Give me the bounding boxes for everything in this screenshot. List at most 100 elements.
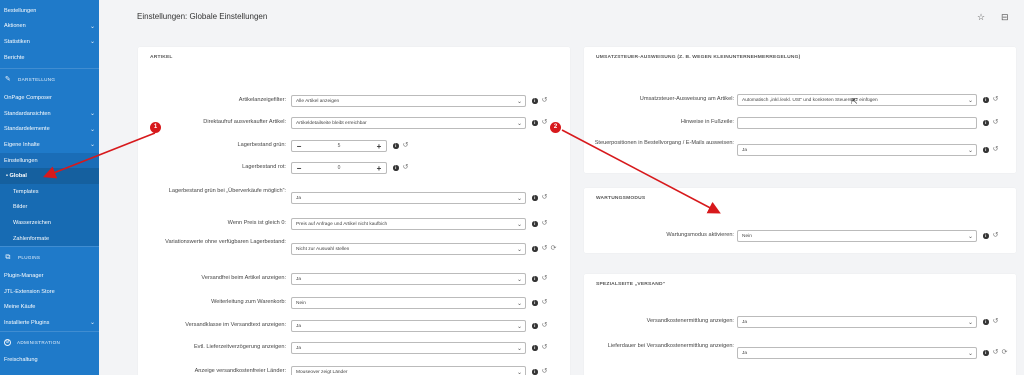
minus-button[interactable]: −	[292, 164, 306, 173]
sidebar-item-berichte[interactable]: Berichte	[0, 50, 99, 66]
info-icon[interactable]: i	[532, 300, 538, 306]
reset-icon[interactable]: ↺	[992, 118, 999, 126]
reset-icon[interactable]: ↺	[541, 274, 548, 282]
select-dropdown[interactable]: Ja ⌄	[737, 144, 977, 156]
setting-row: Lagerbestand rot: −0 + i ↺	[138, 162, 570, 174]
select-dropdown[interactable]: Ja ⌄	[291, 273, 526, 285]
sidebar-item-label: Bestellungen	[4, 7, 37, 14]
sync-icon[interactable]: ⟳	[550, 244, 557, 252]
card-title: SPEZIALSEITE „VERSAND“	[596, 282, 666, 287]
sidebar-item-plugin-manager[interactable]: Plugin-Manager	[0, 268, 99, 284]
plus-button[interactable]: +	[372, 164, 386, 173]
info-icon[interactable]: i	[532, 195, 538, 201]
reset-icon[interactable]: ↺	[541, 298, 548, 306]
reset-icon[interactable]: ↺	[992, 95, 999, 103]
info-icon[interactable]: i	[532, 345, 538, 351]
sidebar-item-bilder[interactable]: Bilder	[0, 200, 99, 216]
sidebar-item-einstellungen[interactable]: Einstellungen	[0, 152, 99, 169]
reset-icon[interactable]: ↺	[402, 163, 409, 171]
select-dropdown[interactable]: Nein ⌄	[737, 230, 977, 242]
reset-icon[interactable]: ↺	[541, 96, 548, 104]
selected-value: Ja	[742, 319, 748, 325]
info-icon[interactable]: i	[532, 276, 538, 282]
info-icon[interactable]: i	[983, 147, 989, 153]
info-icon[interactable]: i	[532, 221, 538, 227]
reset-icon[interactable]: ↺	[541, 244, 548, 252]
setting-label: Lagerbestand rot:	[242, 164, 286, 170]
select-dropdown[interactable]: Mouseover zeigt Länder ⌄	[291, 366, 526, 375]
info-icon[interactable]: i	[532, 98, 538, 104]
info-icon[interactable]: i	[393, 165, 399, 171]
number-stepper: −0 +	[291, 162, 387, 174]
info-icon[interactable]: i	[983, 350, 989, 356]
reset-icon[interactable]: ↺	[992, 145, 999, 153]
star-icon[interactable]: ☆	[977, 12, 985, 23]
sidebar-item-onpage-composer[interactable]: OnPage Composer	[0, 90, 99, 106]
minus-button[interactable]: −	[292, 142, 306, 151]
text-input[interactable]	[737, 117, 977, 129]
sidebar-item-label: Freischaltung	[4, 357, 38, 364]
sidebar-item-standardelemente[interactable]: Standardelemente ⌄	[0, 122, 99, 138]
select-dropdown[interactable]: Ja ⌄	[291, 320, 526, 332]
select-dropdown[interactable]: Ja ⌄	[737, 347, 977, 359]
select-dropdown[interactable]: Preis auf Anfrage und Artikel nicht kauf…	[291, 218, 526, 230]
sidebar-item-aktionen[interactable]: Aktionen ⌄	[0, 19, 99, 35]
select-dropdown[interactable]: Ja ⌄	[737, 316, 977, 328]
setting-row: Weiterleitung zum Warenkorb: Nein ⌄ i ↺	[138, 297, 570, 309]
sidebar-item-bestellungen[interactable]: Bestellungen	[0, 3, 99, 19]
stepper-value[interactable]: 0	[306, 165, 372, 171]
reset-icon[interactable]: ↺	[541, 343, 548, 351]
info-icon[interactable]: i	[983, 120, 989, 126]
stepper-value[interactable]: 5	[306, 143, 372, 149]
select-dropdown[interactable]: Ja ⌄	[291, 342, 526, 354]
info-icon[interactable]: i	[983, 97, 989, 103]
sidebar-item-label: • Global	[6, 173, 27, 180]
info-icon[interactable]: i	[983, 319, 989, 325]
info-icon[interactable]: i	[983, 233, 989, 239]
info-icon[interactable]: i	[532, 323, 538, 329]
reset-icon[interactable]: ↺	[402, 141, 409, 149]
sidebar-item-meine-kaeufe[interactable]: Meine Käufe	[0, 300, 99, 316]
chevron-down-icon: ⌄	[89, 23, 95, 30]
select-dropdown[interactable]: Ja ⌄	[291, 192, 526, 204]
reset-icon[interactable]: ↺	[541, 193, 548, 201]
chevron-down-icon: ⌄	[516, 346, 522, 352]
setting-row: Evtl. Lieferzeitverzögerung anzeigen: Ja ⌄…	[138, 342, 570, 354]
select-dropdown[interactable]: Artikeldetailseite bleibt erreichbar ⌄	[291, 117, 526, 129]
sidebar-item-templates[interactable]: Templates	[0, 184, 99, 200]
select-dropdown[interactable]: Alle Artikel anzeigen ⌄	[291, 95, 526, 107]
setting-label: Umsatzsteuer-Ausweisung am Artikel:	[639, 96, 734, 102]
plus-button[interactable]: +	[372, 142, 386, 151]
sidebar-item-wasserzeichen[interactable]: Wasserzeichen	[0, 215, 99, 231]
select-dropdown[interactable]: Nein ⌄	[291, 297, 526, 309]
selected-value: Ja	[296, 195, 302, 201]
reset-icon[interactable]: ↺	[992, 348, 999, 356]
reset-icon[interactable]: ↺	[541, 321, 548, 329]
select-dropdown[interactable]: Nicht zur Auswahl stellen ⌄	[291, 243, 526, 255]
sidebar-item-eigene-inhalte[interactable]: Eigene Inhalte ⌄	[0, 137, 99, 153]
reset-icon[interactable]: ↺	[541, 367, 548, 375]
sidebar-item-statistiken[interactable]: Statistiken ⌄	[0, 34, 99, 50]
sidebar-item-standardansichten[interactable]: Standardansichten ⌄	[0, 106, 99, 122]
reset-icon[interactable]: ↺	[541, 118, 548, 126]
setting-row: Direktaufruf ausverkaufter Artikel: Artik…	[138, 117, 570, 129]
reset-icon[interactable]: ↺	[541, 219, 548, 227]
info-icon[interactable]: i	[532, 369, 538, 375]
reset-icon[interactable]: ↺	[992, 231, 999, 239]
info-icon[interactable]: i	[532, 246, 538, 252]
sidebar-item-freischaltung[interactable]: Freischaltung	[0, 353, 99, 369]
selected-value: Ja	[296, 276, 302, 282]
chevron-down-icon: ⌄	[516, 301, 522, 307]
reset-icon[interactable]: ↺	[992, 317, 999, 325]
sync-icon[interactable]: ⟳	[1001, 348, 1008, 356]
setting-row: Wartungsmodus aktivieren: Nein ⌄ i ↺	[584, 230, 1016, 242]
setting-row: Lagerbestand grün: −5 + i ↺	[138, 140, 570, 152]
sidebar-item-zahlenformate[interactable]: Zahlenformate	[0, 231, 99, 247]
mouse-cursor-icon: ⇱	[851, 97, 858, 106]
sidebar-item-extension-store[interactable]: JTL-Extension Store	[0, 284, 99, 300]
sidebar-item-installierte-plugins[interactable]: Installierte Plugins ⌄	[0, 315, 99, 331]
info-icon[interactable]: i	[393, 143, 399, 149]
info-icon[interactable]: i	[532, 120, 538, 126]
help-icon[interactable]: ⊟	[1001, 12, 1009, 23]
sidebar-item-global[interactable]: • Global	[0, 168, 99, 184]
